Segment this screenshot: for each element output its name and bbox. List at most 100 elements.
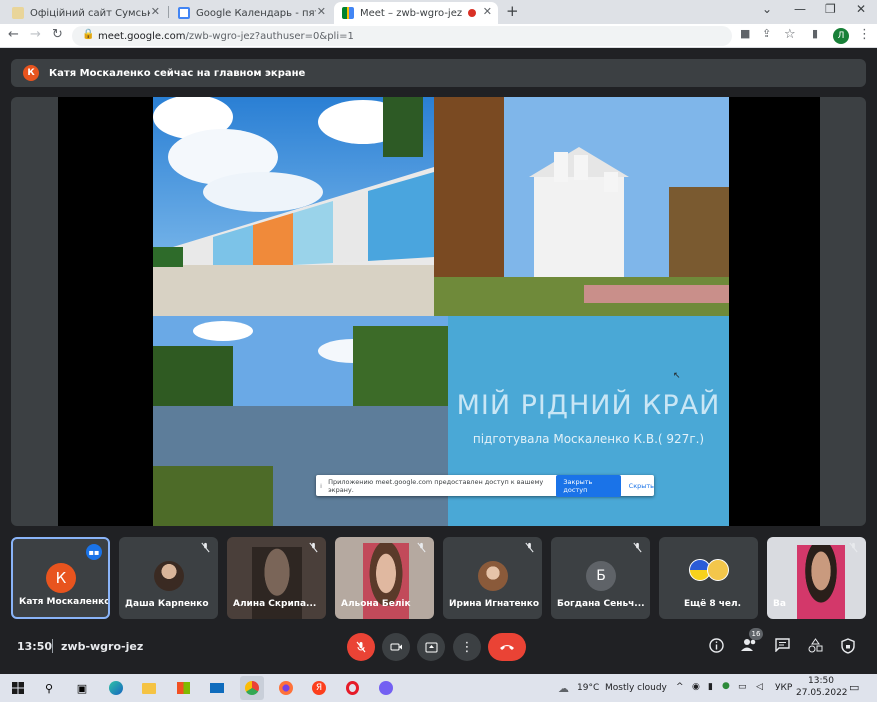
firefox-icon[interactable] [277, 679, 295, 697]
weather-temperature[interactable]: 19°C [577, 683, 599, 693]
search-icon[interactable]: ⚲ [40, 679, 58, 697]
windows-taskbar: ⚲ ▣ Я ☁ 19°C Mostly cloudy ^ ◉ ▮ ● ▭ ◁ У… [0, 674, 877, 702]
presenter-avatar: К [23, 65, 39, 81]
notifications-icon[interactable]: ▭ [849, 681, 859, 694]
mic-muted-icon [849, 542, 858, 553]
camera-toggle-button[interactable] [382, 633, 410, 661]
mic-muted-icon [309, 542, 318, 553]
site-favicon-icon [12, 7, 24, 19]
people-icon[interactable] [741, 638, 758, 652]
slide-subtitle: підготувала Москаленко К.В.( 927г.) [472, 432, 705, 446]
video-camera-icon [390, 643, 402, 651]
browser-tab-strip: Офіційний сайт Сумського дер ✕ Google Ка… [0, 0, 877, 24]
participant-tile[interactable]: Альона Белік [335, 537, 434, 619]
bookmark-star-icon[interactable]: ☆ [784, 27, 796, 42]
browser-tab-sumy[interactable]: Офіційний сайт Сумського дер ✕ [4, 2, 166, 24]
mail-icon[interactable] [208, 679, 226, 697]
slide-title: МІЙ РІДНИЙ КРАЙ [456, 390, 721, 421]
show-hidden-icons-icon[interactable]: ^ [676, 682, 684, 692]
url-host: meet.google.com [98, 30, 186, 42]
meeting-controls-bar: 13:50 zwb-wgro-jez ⋮ 16 [0, 628, 877, 666]
browser-tab-meet[interactable]: Meet – zwb-wgro-jez ✕ [334, 2, 498, 24]
task-view-icon[interactable]: ▣ [73, 679, 91, 697]
share-page-icon[interactable]: ⇪ [762, 27, 771, 40]
mouse-cursor-icon: ↖ [673, 371, 681, 381]
participant-name: Катя Москаленко [19, 597, 110, 607]
participant-avatar [154, 561, 184, 591]
weather-condition[interactable]: Mostly cloudy [605, 683, 667, 693]
divider [52, 639, 53, 653]
activities-icon[interactable] [808, 638, 823, 653]
participant-avatar [478, 561, 508, 591]
participant-name: Даша Карпенко [125, 599, 209, 609]
address-bar[interactable]: 🔒 meet.google.com/zwb-wgro-jez?authuser=… [72, 26, 732, 46]
network-icon[interactable]: ▭ [738, 682, 747, 692]
hang-up-icon [500, 645, 514, 650]
participant-avatar [707, 559, 729, 581]
participant-tile[interactable]: Алина Скрипа... [227, 537, 326, 619]
close-tab-icon[interactable]: ✕ [317, 5, 326, 18]
location-icon: ◉ [692, 682, 700, 692]
school-photo [153, 97, 434, 316]
more-participants-tile[interactable]: Ещё 8 чел. [659, 537, 758, 619]
chrome-taskbar-icon[interactable] [240, 676, 264, 700]
mic-off-icon [356, 641, 366, 653]
windows-start-icon[interactable] [9, 679, 27, 697]
tab-title: Офіційний сайт Сумського дер [30, 7, 150, 19]
close-window-button[interactable]: ✕ [856, 2, 866, 16]
reload-icon[interactable]: ↻ [52, 27, 63, 42]
more-participants-label: Ещё 8 чел. [684, 599, 742, 609]
browser-tab-calendar[interactable]: Google Календарь - пятница, 27 ✕ [170, 2, 332, 24]
participant-tile[interactable]: Ирина Игнатенко [443, 537, 542, 619]
forward-arrow-icon[interactable]: → [30, 27, 41, 42]
present-screen-button[interactable] [417, 633, 445, 661]
participant-name: Богдана Сеньч... [557, 599, 645, 609]
more-vert-icon: ⋮ [460, 639, 474, 655]
host-controls-icon[interactable] [841, 638, 855, 654]
participant-tile[interactable]: Даша Карпенко [119, 537, 218, 619]
info-icon[interactable] [709, 638, 724, 653]
microsoft-store-icon[interactable] [174, 679, 192, 697]
close-tab-icon[interactable]: ✕ [483, 5, 492, 18]
volume-icon[interactable]: ◁ [756, 682, 763, 692]
participant-tile[interactable]: К ▪▪ Катя Москаленко [11, 537, 110, 619]
meeting-time: 13:50 [17, 640, 53, 653]
input-language[interactable]: УКР [775, 683, 792, 693]
maximize-window-button[interactable]: ❐ [825, 2, 836, 16]
calendar-favicon-icon [178, 7, 190, 19]
opera-icon[interactable] [343, 679, 361, 697]
file-explorer-icon[interactable] [140, 679, 158, 697]
back-arrow-icon[interactable]: ← [8, 27, 19, 42]
camera-in-use-icon[interactable]: ■ [740, 27, 750, 40]
tab-search-icon[interactable]: ⌄ [762, 2, 772, 16]
profile-avatar[interactable]: Л [833, 28, 849, 44]
viber-icon[interactable] [377, 679, 395, 697]
tab-title: Google Календарь - пятница, 27 [196, 7, 316, 19]
clock-date[interactable]: 27.05.2022 [796, 688, 848, 698]
chat-icon[interactable] [775, 638, 790, 652]
hide-share-bar-link[interactable]: Скрыть [629, 482, 654, 490]
mic-muted-icon [201, 542, 210, 553]
new-tab-button[interactable]: + [506, 2, 519, 20]
stop-sharing-button[interactable]: Закрыть доступ [556, 474, 621, 497]
participant-name: Ва [773, 599, 786, 609]
browser-menu-icon[interactable]: ⋮ [858, 27, 871, 42]
participant-tile[interactable]: Б Богдана Сеньч... [551, 537, 650, 619]
meeting-code: zwb-wgro-jez [61, 640, 144, 653]
mic-muted-icon [525, 542, 534, 553]
edge-browser-icon[interactable] [107, 679, 125, 697]
more-options-button[interactable]: ⋮ [453, 633, 481, 661]
microphone-toggle-button[interactable] [347, 633, 375, 661]
participant-tile[interactable]: Ва [767, 537, 866, 619]
notification-text: Катя Москаленко сейчас на главном экране [49, 67, 306, 79]
leave-call-button[interactable] [488, 633, 526, 661]
side-panel-icon[interactable]: ▮ [812, 27, 818, 40]
app-tray-icon[interactable]: ● [722, 681, 730, 691]
clock-time[interactable]: 13:50 [808, 676, 834, 686]
minimize-window-button[interactable]: — [794, 2, 806, 16]
tab-title: Meet – zwb-wgro-jez [360, 7, 463, 19]
drag-handle-icon[interactable]: ⁞ [320, 482, 322, 490]
share-message: Приложению meet.google.com предоставлен … [328, 477, 544, 494]
yandex-browser-icon[interactable]: Я [310, 679, 328, 697]
close-tab-icon[interactable]: ✕ [151, 5, 160, 18]
